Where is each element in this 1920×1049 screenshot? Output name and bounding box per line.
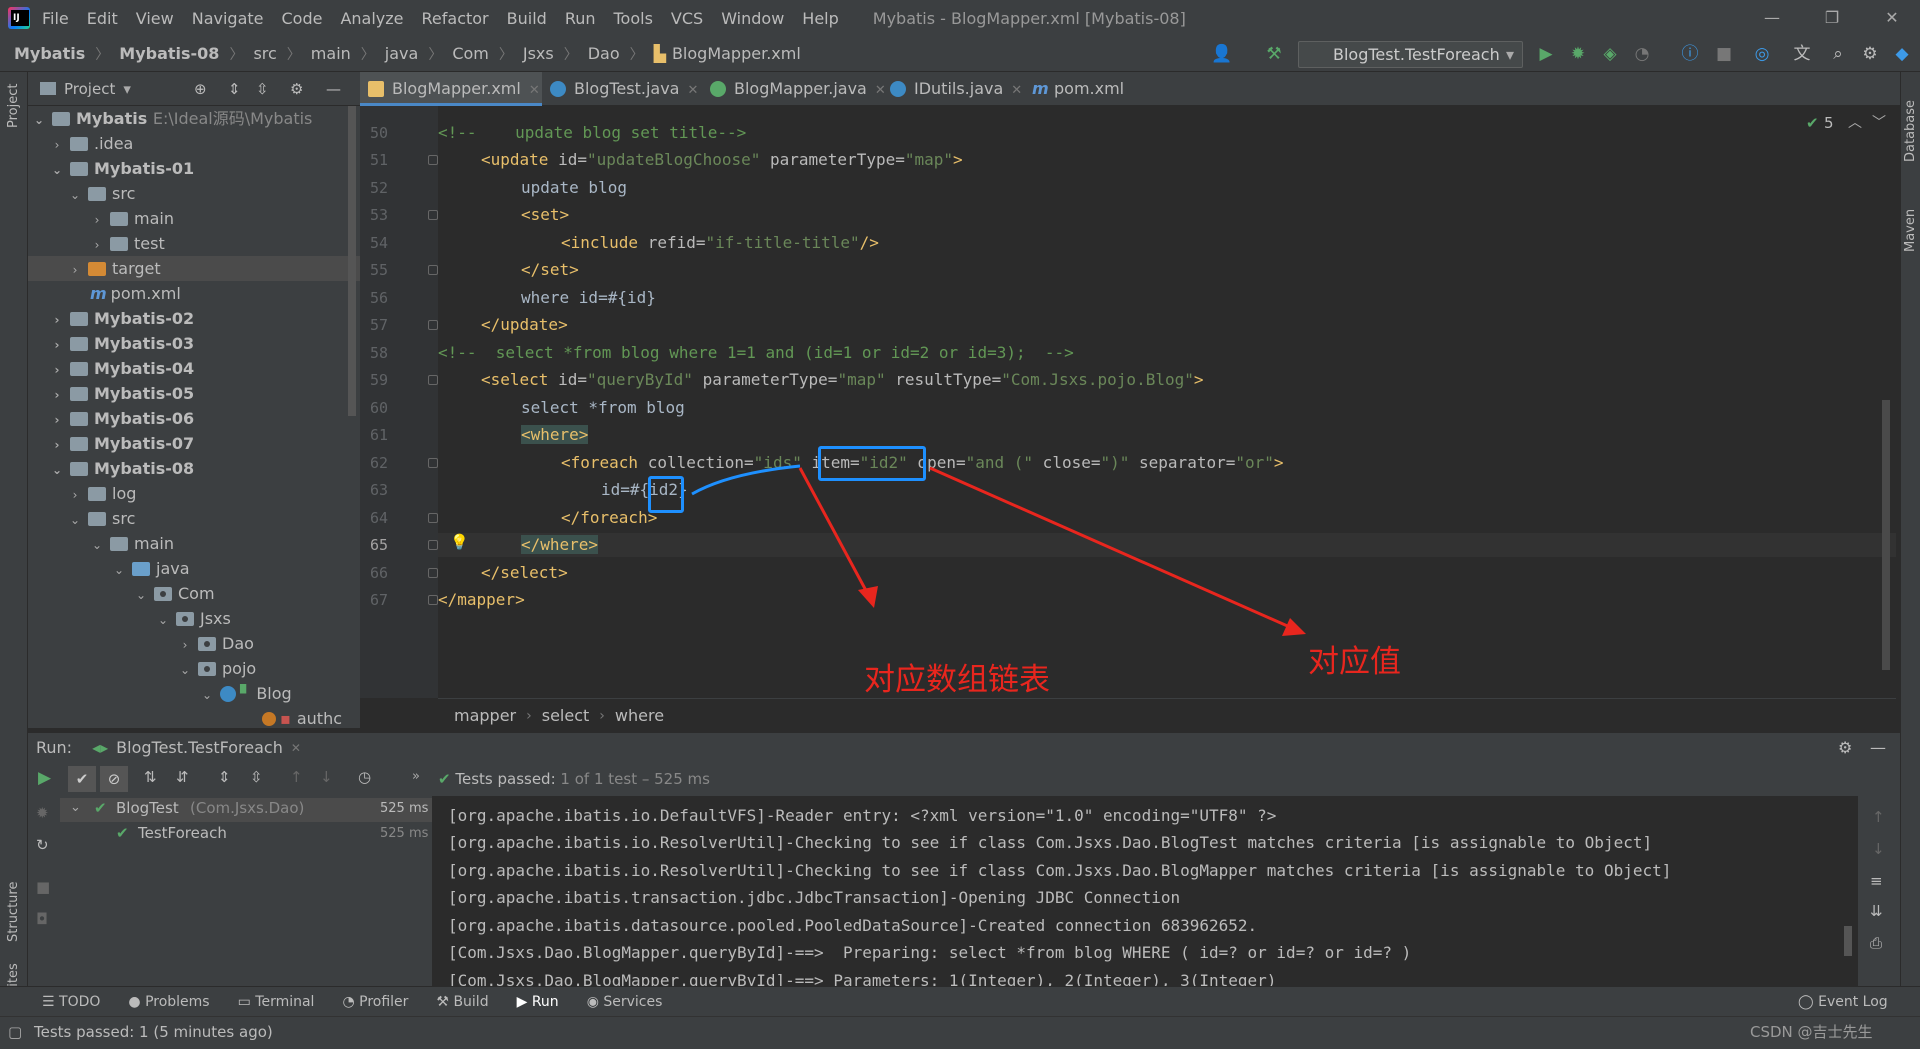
next-failed-icon[interactable]: ↓ xyxy=(320,768,333,786)
annotation-blue-curve xyxy=(691,464,801,496)
tool-terminal[interactable]: ▭ Terminal xyxy=(238,994,315,1010)
console-line: [org.apache.ibatis.io.ResolverUtil]-Chec… xyxy=(448,833,1653,852)
crumb-mapper[interactable]: mapper xyxy=(454,706,516,725)
annotation-label-value: 对应值 xyxy=(1308,644,1401,680)
up-arrow-icon[interactable]: ↑ xyxy=(1872,808,1885,826)
stop-icon[interactable]: ■ xyxy=(36,878,50,896)
annotation-arrowhead-right xyxy=(1282,618,1306,636)
annotation-label-collection: 对应数组链表 xyxy=(864,662,1050,698)
run-toolbar: ▶ ✔ ⊘ ⇅ ⇵ ⇕ ⇳ ↑ ↓ ◷ » ✔ Tests passed: 1 … xyxy=(28,762,1900,796)
terminal-icon: ▭ xyxy=(237,993,251,1010)
show-passed-icon[interactable]: ✔ xyxy=(68,766,96,792)
status-icon[interactable]: ▢ xyxy=(8,1017,22,1047)
console-output[interactable]: [org.apache.ibatis.io.DefaultVFS]-Reader… xyxy=(432,796,1858,986)
annotation-arrowhead-left xyxy=(858,586,878,608)
expand-all-icon[interactable]: ⇕ xyxy=(218,768,231,786)
soft-wrap-icon[interactable]: ≡ xyxy=(1870,872,1883,890)
test-status: ✔ Tests passed: 1 of 1 test – 525 ms xyxy=(438,770,710,788)
problems-icon: ● xyxy=(128,993,141,1010)
annotation-arrow-left xyxy=(798,467,872,599)
passed-check-icon: ✔ xyxy=(116,824,129,842)
side-tab-maven[interactable]: Maven xyxy=(1903,209,1918,252)
passed-check-icon: ✔ xyxy=(94,799,107,817)
watermark: CSDN @吉士先生 xyxy=(1750,1023,1873,1041)
profiler-icon: ◔ xyxy=(342,993,355,1010)
tool-problems[interactable]: ● Problems xyxy=(128,994,209,1010)
sort-alpha-icon[interactable]: ⇅ xyxy=(144,768,157,786)
console-line: [org.apache.ibatis.io.DefaultVFS]-Reader… xyxy=(448,806,1277,825)
rerun-failed-icon[interactable]: ↻ xyxy=(36,836,49,854)
test-row-blogtest[interactable]: ⌄ ✔ BlogTest (Com.Jsxs.Dao) 525 ms xyxy=(60,798,432,822)
rerun-icon[interactable]: ▶ xyxy=(38,768,51,788)
print-icon[interactable]: ⎙ xyxy=(1870,934,1882,952)
right-tool-strip: Database Maven xyxy=(1900,72,1920,986)
show-ignored-icon[interactable]: ⊘ xyxy=(100,766,128,792)
side-tab-database[interactable]: Database xyxy=(1903,100,1918,162)
sort-duration-icon[interactable]: ⇵ xyxy=(176,768,189,786)
run-label: Run: xyxy=(36,738,73,757)
run-panel-header: Run: ◂▸ BlogTest.TestForeach ✕ ⚙ — xyxy=(28,732,1900,762)
scroll-to-end-icon[interactable]: ⇊ xyxy=(1870,902,1883,920)
passed-check-icon: ✔ xyxy=(438,770,451,788)
tool-services[interactable]: ◉ Services xyxy=(587,994,663,1010)
tool-run[interactable]: ▶ Run xyxy=(517,994,559,1010)
crumb-where[interactable]: where xyxy=(615,706,664,725)
tool-todo[interactable]: ☰ TODO xyxy=(42,994,100,1010)
gear-icon[interactable]: ⚙ xyxy=(1838,738,1852,757)
run-config-icon: ◂▸ xyxy=(92,738,109,757)
tool-build[interactable]: ⚒ Build xyxy=(436,994,488,1010)
console-line: [org.apache.ibatis.io.ResolverUtil]-Chec… xyxy=(448,861,1672,880)
tool-event-log[interactable]: ◯ Event Log xyxy=(1798,994,1888,1010)
crumb-select[interactable]: select xyxy=(542,706,590,725)
status-text: Tests passed: 1 (5 minutes ago) xyxy=(34,1023,273,1041)
console-line: [org.apache.ibatis.transaction.jdbc.Jdbc… xyxy=(448,888,1181,907)
close-tab-icon[interactable]: ✕ xyxy=(291,741,301,755)
camera-icon[interactable]: ◘ xyxy=(36,910,48,928)
status-bar: ▢ Tests passed: 1 (5 minutes ago) CSDN @… xyxy=(0,1016,1920,1049)
history-icon[interactable]: ◷ xyxy=(358,768,371,786)
collapse-all-icon[interactable]: ⇳ xyxy=(250,768,263,786)
console-side-toolbar: ↑ ↓ ≡ ⇊ ⎙ xyxy=(1858,796,1900,986)
editor-breadcrumbs: mapper › select › where xyxy=(438,698,1896,732)
prev-failed-icon[interactable]: ↑ xyxy=(290,768,303,786)
debug-icon[interactable]: ✹ xyxy=(36,804,49,822)
test-row-testforeach[interactable]: ✔ TestForeach 525 ms xyxy=(60,823,432,847)
more-icon[interactable]: » xyxy=(412,769,420,784)
test-results-tree: ⌄ ✔ BlogTest (Com.Jsxs.Dao) 525 ms ✔ Tes… xyxy=(60,796,432,986)
console-line: [org.apache.ibatis.datasource.pooled.Poo… xyxy=(448,916,1258,935)
services-icon: ◉ xyxy=(586,993,599,1010)
bottom-tool-strip: ☰ TODO ● Problems ▭ Terminal ◔ Profiler … xyxy=(0,986,1920,1016)
console-line: [Com.Jsxs.Dao.BlogMapper.queryById]-==> … xyxy=(448,943,1412,962)
run-side-toolbar: ✹ ↻ ■ ◘ xyxy=(28,796,60,986)
console-scrollbar[interactable] xyxy=(1844,926,1852,956)
hide-panel-icon[interactable]: — xyxy=(1870,738,1886,757)
run-icon: ▶ xyxy=(516,993,528,1010)
down-arrow-icon[interactable]: ↓ xyxy=(1872,840,1885,858)
run-tab[interactable]: BlogTest.TestForeach xyxy=(116,738,283,757)
event-log-icon: ◯ xyxy=(1798,993,1814,1010)
list-icon: ☰ xyxy=(42,993,55,1010)
annotation-arrow-right xyxy=(929,466,1293,630)
console-line: [Com.Jsxs.Dao.BlogMapper.queryById]-==> … xyxy=(448,971,1277,986)
hammer-icon: ⚒ xyxy=(436,993,449,1010)
tool-profiler[interactable]: ◔ Profiler xyxy=(342,994,408,1010)
